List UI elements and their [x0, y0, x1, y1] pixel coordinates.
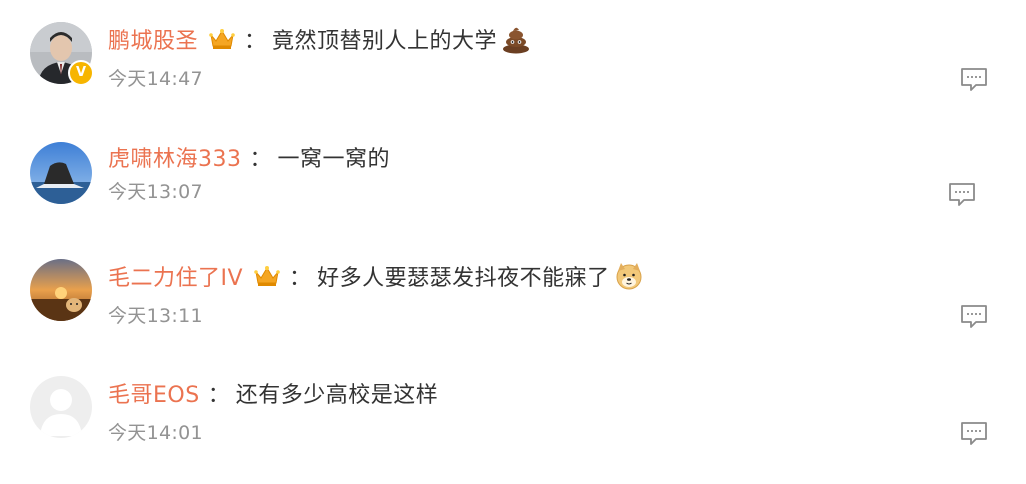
- comment-line: 毛哥EOS ： 还有多少高校是这样: [108, 376, 438, 410]
- comment-line: 毛二力住了IV ： 好多人要瑟瑟发抖夜不能寐了: [108, 259, 644, 293]
- separator: ：: [207, 383, 230, 408]
- comment-text: 还有多少高校是这样: [235, 383, 439, 408]
- avatar[interactable]: [30, 142, 92, 204]
- reply-comment-icon[interactable]: [960, 421, 988, 447]
- avatar[interactable]: [30, 259, 92, 321]
- timestamp: 今天14:47: [108, 68, 203, 90]
- comment-item: 虎啸林海333 ： 一窝一窝的 今天13:07: [0, 120, 1026, 236]
- username-link[interactable]: 毛哥EOS: [108, 377, 200, 409]
- crown-icon: [253, 264, 281, 288]
- avatar-image: [30, 142, 92, 204]
- timestamp: 今天13:07: [108, 181, 203, 203]
- username-link[interactable]: 鹏城股圣: [108, 23, 198, 55]
- comment-line: 虎啸林海333 ： 一窝一窝的: [108, 140, 390, 174]
- avatar[interactable]: [30, 376, 92, 438]
- reply-comment-icon[interactable]: [960, 304, 988, 330]
- separator: ：: [289, 266, 312, 291]
- username-link[interactable]: 虎啸林海333: [108, 141, 242, 173]
- verified-badge: V: [68, 60, 94, 86]
- poop-emoji-icon: [501, 24, 531, 54]
- comment-text: 竟然顶替别人上的大学: [272, 29, 498, 54]
- separator: ：: [249, 147, 272, 172]
- reply-comment-icon[interactable]: [960, 67, 988, 93]
- comment-list: V 鹏城股圣 ： 竟然顶替别人上的大学 今天14:47 虎啸林海333 ： 一窝…: [0, 0, 1026, 484]
- comment-item: V 鹏城股圣 ： 竟然顶替别人上的大学 今天14:47: [0, 0, 1026, 116]
- avatar-image: [30, 376, 92, 438]
- username-link[interactable]: 毛二力住了IV: [108, 260, 243, 292]
- comment-item: 毛哥EOS ： 还有多少高校是这样 今天14:01: [0, 354, 1026, 470]
- comment-line: 鹏城股圣 ： 竟然顶替别人上的大学: [108, 22, 531, 56]
- comment-text: 好多人要瑟瑟发抖夜不能寐了: [317, 266, 610, 291]
- crown-icon: [208, 27, 236, 51]
- comment-item: 毛二力住了IV ： 好多人要瑟瑟发抖夜不能寐了 今天13:11: [0, 237, 1026, 353]
- avatar-image: [30, 259, 92, 321]
- comment-text: 一窝一窝的: [277, 147, 391, 172]
- doge-emoji-icon: [614, 261, 644, 291]
- timestamp: 今天13:11: [108, 305, 203, 327]
- reply-comment-icon[interactable]: [948, 182, 976, 208]
- separator: ：: [244, 29, 267, 54]
- avatar[interactable]: V: [30, 22, 94, 86]
- timestamp: 今天14:01: [108, 422, 203, 444]
